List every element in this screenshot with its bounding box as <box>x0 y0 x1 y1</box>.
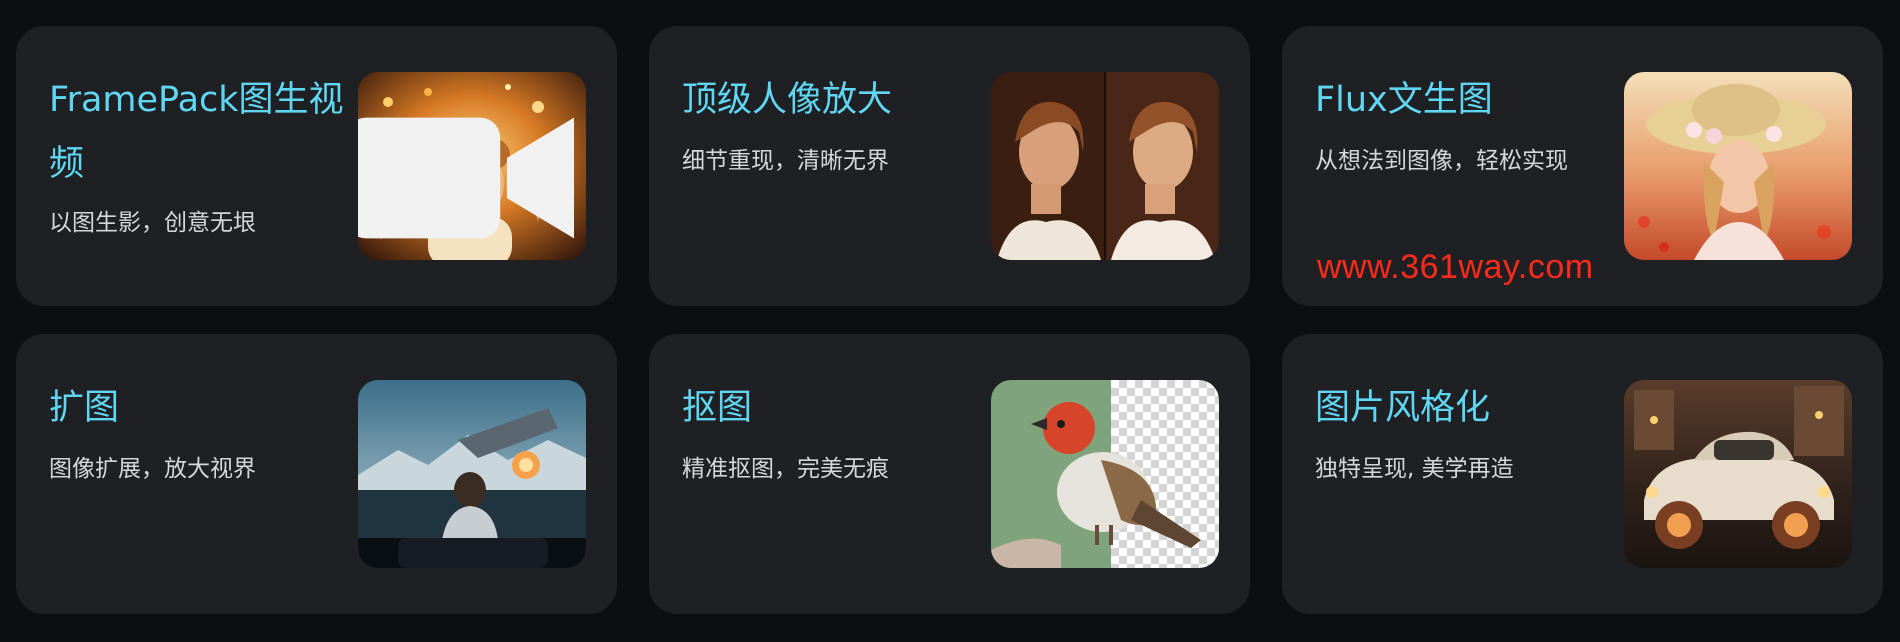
feature-card-grid: FramePack图生视频 以图生影，创意无垠 顶级人像放大 细节重现，清晰无界… <box>0 0 1900 642</box>
card-subtitle: 细节重现，清晰无界 <box>682 148 889 174</box>
card-thumbnail-image <box>1624 72 1852 260</box>
card-subtitle: 以图生影，创意无垠 <box>49 210 256 236</box>
card-flux-text-to-image[interactable]: Flux文生图 从想法到图像，轻松实现 www.361way.com <box>1282 26 1883 306</box>
card-cutout[interactable]: 抠图 精准抠图，完美无痕 <box>649 334 1250 614</box>
girl-in-hat-image <box>1624 72 1852 260</box>
card-image-stylization[interactable]: 图片风格化 独特呈现, 美学再造 <box>1282 334 1883 614</box>
card-subtitle: 图像扩展，放大视界 <box>49 456 256 482</box>
card-thumbnail-image <box>991 72 1219 260</box>
card-image-outpaint[interactable]: 扩图 图像扩展，放大视界 <box>16 334 617 614</box>
card-title: Flux文生图 <box>1315 80 1493 120</box>
card-thumbnail-image <box>1624 380 1852 568</box>
card-title: FramePack图生视频 <box>49 80 344 184</box>
card-thumbnail-image <box>358 380 586 568</box>
card-title: 图片风格化 <box>1315 388 1491 428</box>
card-title: 抠图 <box>682 388 753 428</box>
bird-cutout-image <box>991 380 1219 568</box>
woman-portrait-image <box>991 72 1219 260</box>
card-portrait-upscale[interactable]: 顶级人像放大 细节重现，清晰无界 <box>649 26 1250 306</box>
card-subtitle: 独特呈现, 美学再造 <box>1315 456 1514 482</box>
card-title: 扩图 <box>49 388 120 428</box>
card-subtitle: 从想法到图像，轻松实现 <box>1315 148 1568 174</box>
card-thumbnail-image <box>358 72 586 260</box>
card-thumbnail-image <box>991 380 1219 568</box>
watermark-text: www.361way.com <box>1317 248 1594 286</box>
video-camera-icon <box>358 117 574 239</box>
card-framepack-image-to-video[interactable]: FramePack图生视频 以图生影，创意无垠 <box>16 26 617 306</box>
card-subtitle: 精准抠图，完美无痕 <box>682 456 889 482</box>
card-title: 顶级人像放大 <box>682 80 893 120</box>
sci-fi-screen-image <box>358 380 586 568</box>
stylized-car-image <box>1624 380 1852 568</box>
